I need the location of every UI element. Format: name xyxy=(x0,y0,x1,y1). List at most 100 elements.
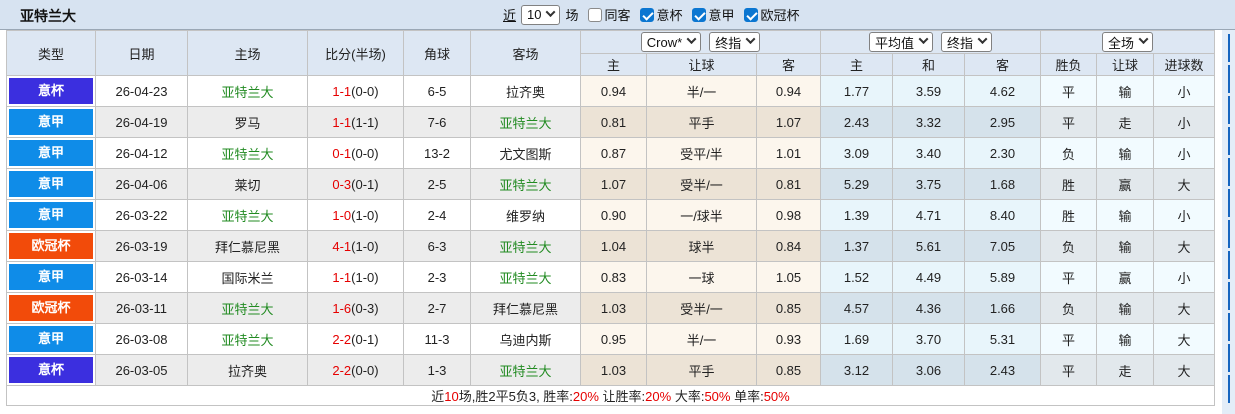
summary-text: 50% xyxy=(704,389,731,404)
crown-handicap: 平手 xyxy=(646,106,757,138)
avg-away-odds: 2.95 xyxy=(964,106,1041,138)
col-home: 主场 xyxy=(187,30,308,76)
away-team-name: 亚特兰大 xyxy=(499,115,552,131)
league-cell: 意杯 xyxy=(6,75,96,107)
league-badge: 意杯 xyxy=(9,357,93,383)
result-wdl: 平 xyxy=(1040,75,1097,107)
fulltime-score: 0-1 xyxy=(332,145,352,161)
avg-home-odds: 3.09 xyxy=(820,137,893,169)
table-row: 意甲 26-03-22 亚特兰大 1-0(1-0) 2-4 维罗纳 0.90 一… xyxy=(6,199,1216,231)
league-cell: 意甲 xyxy=(6,168,96,200)
result-handicap: 输 xyxy=(1096,230,1154,262)
halftime-score: (0-1) xyxy=(351,331,379,347)
adjacent-table-border-line xyxy=(1228,34,1230,406)
away-team-name: 拉齐奥 xyxy=(505,84,545,100)
summary-text: 20% xyxy=(572,389,599,404)
score-cell: 0-1(0-0) xyxy=(307,137,404,169)
halftime-score: (1-1) xyxy=(351,114,379,130)
odds-time-select[interactable]: 终指 xyxy=(709,32,761,52)
corner-count: 1-3 xyxy=(403,354,471,386)
team-title: 亚特兰大 xyxy=(20,8,76,24)
home-team: 亚特兰大 xyxy=(187,323,308,355)
result-goals: 小 xyxy=(1152,137,1216,169)
crown-home-odds: 0.95 xyxy=(580,323,647,355)
away-team: 亚特兰大 xyxy=(470,354,581,386)
crown-handicap: 平手 xyxy=(646,354,757,386)
avg-draw-odds: 4.71 xyxy=(892,199,965,231)
home-team-name: 罗马 xyxy=(234,115,261,131)
home-team: 亚特兰大 xyxy=(187,75,308,107)
table-header: 类型 日期 主场 比分(半场) 角球 客场 Crow* 终指 平均值 终指 全场… xyxy=(6,30,1216,76)
league-badge: 欧冠杯 xyxy=(9,233,93,259)
match-count-select[interactable]: 10 xyxy=(521,4,561,25)
summary-text: 单率: xyxy=(730,389,764,404)
fulltime-score: 2-2 xyxy=(332,331,352,347)
subcol-result-wdl: 胜负 xyxy=(1040,53,1097,76)
scope-select[interactable]: 全场 xyxy=(1102,32,1154,52)
result-wdl: 平 xyxy=(1040,323,1097,355)
avg-home-odds: 5.29 xyxy=(820,168,893,200)
table-row: 意甲 26-03-14 国际米兰 1-1(1-0) 2-3 亚特兰大 0.83 … xyxy=(6,261,1216,293)
odds-source-select[interactable]: Crow* xyxy=(640,32,702,52)
avg-draw-odds: 4.36 xyxy=(892,292,965,324)
home-team-name: 亚特兰大 xyxy=(221,301,274,317)
summary-row: 近10场,胜2平5负3, 胜率:20% 让胜率:20% 大率:50% 单率:50… xyxy=(5,385,1216,406)
result-goals: 大 xyxy=(1152,292,1216,324)
summary-text: 20% xyxy=(645,389,672,404)
result-wdl: 胜 xyxy=(1040,199,1097,231)
corner-count: 2-4 xyxy=(403,199,471,231)
result-handicap: 赢 xyxy=(1096,261,1154,293)
avg-away-odds: 5.31 xyxy=(964,323,1041,355)
same-venue-checkbox[interactable] xyxy=(587,7,602,22)
away-team: 亚特兰大 xyxy=(470,168,581,200)
italy-cup-checkbox[interactable] xyxy=(639,7,654,22)
result-handicap: 输 xyxy=(1096,292,1154,324)
league-badge: 欧冠杯 xyxy=(9,295,93,321)
avg-home-odds: 4.57 xyxy=(820,292,893,324)
home-team: 拉齐奥 xyxy=(187,354,308,386)
top-bar: 亚特兰大 近 10 场 同客 意杯 意甲 欧冠杯 xyxy=(0,0,1235,30)
match-date: 26-03-14 xyxy=(95,261,188,293)
away-team: 亚特兰大 xyxy=(470,261,581,293)
average-time-select[interactable]: 终指 xyxy=(941,32,993,52)
away-team-name: 维罗纳 xyxy=(505,208,545,224)
same-venue-label[interactable]: 同客 xyxy=(605,5,631,24)
crown-away-odds: 1.07 xyxy=(756,106,821,138)
summary-text: 让胜率: xyxy=(598,389,646,404)
halftime-score: (0-1) xyxy=(351,176,379,192)
ucl-label[interactable]: 欧冠杯 xyxy=(761,5,800,24)
league-cell: 意甲 xyxy=(6,199,96,231)
subcol-avg-draw: 和 xyxy=(892,53,965,76)
serie-a-label[interactable]: 意甲 xyxy=(709,5,735,24)
col-type: 类型 xyxy=(6,30,96,76)
halftime-score: (1-0) xyxy=(351,207,379,223)
crown-home-odds: 1.03 xyxy=(580,354,647,386)
average-odds-group: 平均值 终指 xyxy=(820,30,1041,54)
halftime-score: (0-0) xyxy=(351,145,379,161)
table-row: 欧冠杯 26-03-11 亚特兰大 1-6(0-3) 2-7 拜仁慕尼黑 1.0… xyxy=(6,292,1216,324)
table-row: 意甲 26-04-06 莱切 0-3(0-1) 2-5 亚特兰大 1.07 受半… xyxy=(6,168,1216,200)
result-handicap: 输 xyxy=(1096,137,1154,169)
result-wdl: 胜 xyxy=(1040,168,1097,200)
result-handicap: 输 xyxy=(1096,75,1154,107)
result-group: 全场 xyxy=(1039,30,1216,54)
ucl-checkbox[interactable] xyxy=(743,7,758,22)
result-handicap: 走 xyxy=(1096,106,1154,138)
match-date: 26-03-19 xyxy=(95,230,188,262)
halftime-score: (1-0) xyxy=(351,238,379,254)
serie-a-checkbox[interactable] xyxy=(691,7,706,22)
result-wdl: 负 xyxy=(1040,230,1097,262)
corner-count: 6-3 xyxy=(403,230,471,262)
avg-draw-odds: 3.75 xyxy=(892,168,965,200)
fulltime-score: 4-1 xyxy=(332,238,352,254)
avg-home-odds: 1.37 xyxy=(820,230,893,262)
average-select[interactable]: 平均值 xyxy=(868,32,933,52)
summary-text: 场,胜2平5负3, 胜率: xyxy=(458,389,573,404)
avg-away-odds: 5.89 xyxy=(964,261,1041,293)
crown-home-odds: 0.94 xyxy=(580,75,647,107)
recent-link[interactable]: 近 xyxy=(503,5,516,24)
result-goals: 小 xyxy=(1152,261,1216,293)
fulltime-score: 0-3 xyxy=(332,176,352,192)
score-cell: 0-3(0-1) xyxy=(307,168,404,200)
italy-cup-label[interactable]: 意杯 xyxy=(657,5,683,24)
